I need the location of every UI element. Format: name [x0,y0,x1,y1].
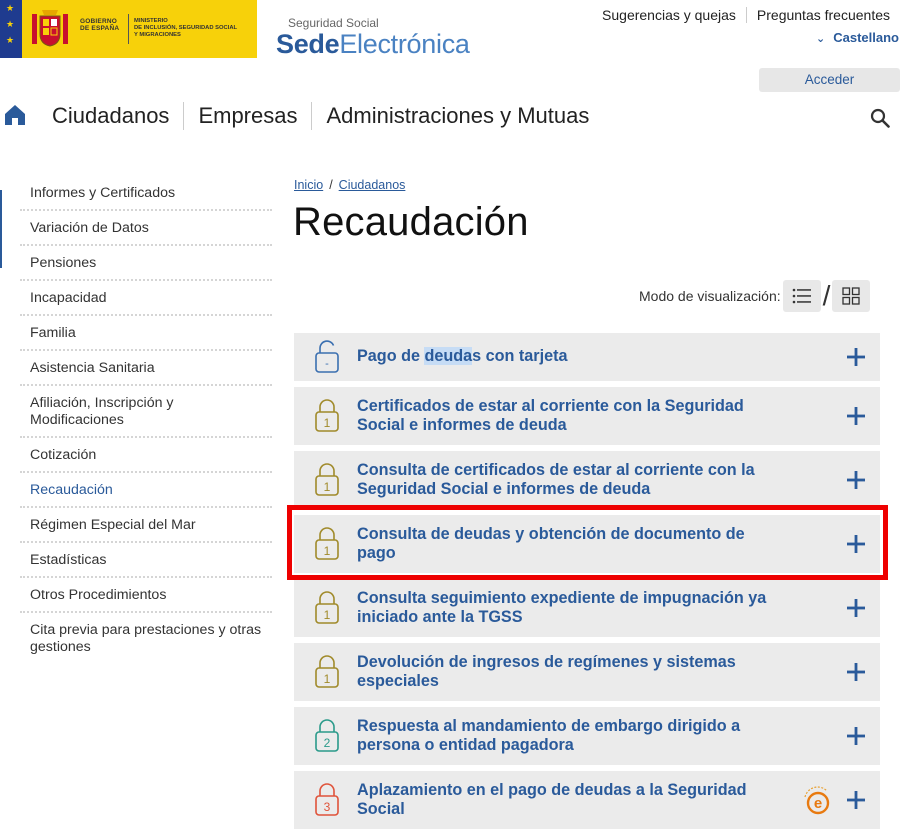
sede-title: SedeElectrónica [276,29,470,59]
logo-divider [128,14,129,44]
faq-link[interactable]: Preguntas frecuentes [745,7,900,23]
list-view-button[interactable] [782,280,821,312]
service-label[interactable]: Aplazamiento en el pago de deudas a la S… [357,781,787,820]
padlock-level-1-icon: 1 [315,463,339,496]
sidebar-item-regimen-mar[interactable]: Régimen Especial del Mar [20,508,272,543]
view-mode-separator: / [822,280,831,311]
view-mode-selector: Modo de visualización: / [639,280,871,312]
breadcrumb-home-link[interactable]: Inicio [294,178,323,192]
sidebar-accent-bar [0,190,2,268]
nav-empresas[interactable]: Empresas [183,102,311,130]
service-item-devolucion-ingresos[interactable]: 1 Devolución de ingresos de regímenes y … [294,643,880,701]
suggestions-link[interactable]: Sugerencias y quejas [592,7,746,23]
sede-subtitle: Seguridad Social [288,16,379,30]
home-icon[interactable] [4,104,26,126]
language-selector[interactable]: ⌄ Castellano [816,30,899,45]
sidebar-item-afiliacion[interactable]: Afiliación, Inscripción y Modificaciones [20,386,272,438]
svg-text:1: 1 [324,608,331,622]
highlight-annotation-box [287,505,888,580]
service-item-aplazamiento-pago[interactable]: 3 Aplazamiento en el pago de deudas a la… [294,771,880,829]
breadcrumb-ciudadanos-link[interactable]: Ciudadanos [339,178,406,192]
sidebar-item-cita-previa[interactable]: Cita previa para prestaciones y otras ge… [20,613,272,663]
service-item-certificados-corriente[interactable]: 1 Certificados de estar al corriente con… [294,387,880,445]
sidebar-item-informes[interactable]: Informes y Certificados [20,176,272,211]
sidebar-item-otros[interactable]: Otros Procedimientos [20,578,272,613]
sidebar-item-cotizacion[interactable]: Cotización [20,438,272,473]
svg-text:1: 1 [324,416,331,430]
service-item-consulta-certificados[interactable]: 1 Consulta de certificados de estar al c… [294,451,880,509]
expand-plus-icon[interactable] [846,726,866,746]
language-label: Castellano [833,30,899,45]
service-item-respuesta-embargo[interactable]: 2 Respuesta al mandamiento de embargo di… [294,707,880,765]
expand-plus-icon[interactable] [846,470,866,490]
padlock-level-3-icon: 3 [315,783,339,816]
expand-plus-icon[interactable] [846,790,866,810]
service-label[interactable]: Consulta seguimiento expediente de impug… [357,589,787,628]
list-view-icon [792,288,811,304]
service-label[interactable]: Pago de deudas con tarjeta [357,347,787,367]
ministry-text: MINISTERIO DE INCLUSIÓN, SEGURIDAD SOCIA… [134,18,238,38]
breadcrumb-separator: / [329,178,333,192]
padlock-level-1-icon: 1 [315,591,339,624]
sidebar-menu: Informes y Certificados Variación de Dat… [20,176,272,663]
grid-view-button[interactable] [832,280,871,312]
service-item-seguimiento-impugnacion[interactable]: 1 Consulta seguimiento expediente de imp… [294,579,880,637]
sidebar-item-pensiones[interactable]: Pensiones [20,246,272,281]
svg-text:1: 1 [324,480,331,494]
svg-text:3: 3 [324,800,331,814]
view-mode-label: Modo de visualización: [639,288,781,304]
expand-plus-icon[interactable] [846,406,866,426]
coat-of-arms-icon [32,10,68,47]
sede-electronica-logo[interactable]: Seguridad Social SedeElectrónica [276,16,470,58]
svg-text:-: - [325,358,329,370]
svg-text:2: 2 [324,736,331,750]
gov-line-1: GOBIERNO [80,18,117,25]
chevron-down-icon: ⌄ [816,33,826,45]
nav-ciudadanos[interactable]: Ciudadanos [38,102,183,130]
top-links: Sugerencias y quejas Preguntas frecuente… [592,7,900,23]
main-navigation: Ciudadanos Empresas Administraciones y M… [0,100,900,132]
sidebar-item-asistencia[interactable]: Asistencia Sanitaria [20,351,272,386]
e-administration-icon: e [804,786,830,815]
search-icon[interactable] [870,108,890,128]
service-item-pago-deudas-tarjeta[interactable]: - Pago de deudas con tarjeta [294,333,880,381]
nav-administraciones[interactable]: Administraciones y Mutuas [311,102,603,130]
services-list: - Pago de deudas con tarjeta 1 Certifica… [294,333,880,829]
expand-plus-icon[interactable] [846,598,866,618]
breadcrumb: Inicio / Ciudadanos [294,178,405,192]
padlock-level-1-icon: 1 [315,399,339,432]
login-button[interactable]: Acceder [759,68,900,92]
page-title: Recaudación [293,200,529,244]
service-label[interactable]: Devolución de ingresos de regímenes y si… [357,653,787,692]
sidebar-item-estadisticas[interactable]: Estadísticas [20,543,272,578]
service-label[interactable]: Respuesta al mandamiento de embargo diri… [357,717,787,756]
service-label[interactable]: Certificados de estar al corriente con l… [357,397,787,436]
padlock-level-1-icon: 1 [315,655,339,688]
grid-view-icon [842,287,861,305]
sidebar-item-recaudacion[interactable]: Recaudación [20,473,272,508]
expand-plus-icon[interactable] [846,662,866,682]
government-logo[interactable]: ★ ★ ★ GOBIERNO DE ESPAÑA MINISTERIO DE I… [0,0,257,58]
eu-flag-strip: ★ ★ ★ [0,0,22,58]
service-label[interactable]: Consulta de certificados de estar al cor… [357,461,787,500]
svg-text:e: e [814,795,822,812]
padlock-level-2-icon: 2 [315,719,339,752]
gov-line-2: DE ESPAÑA [80,25,120,32]
svg-text:1: 1 [324,672,331,686]
expand-plus-icon[interactable] [846,347,866,367]
government-text: GOBIERNO DE ESPAÑA [80,18,119,32]
unlocked-padlock-icon: - [315,340,339,373]
sidebar-item-familia[interactable]: Familia [20,316,272,351]
sidebar-item-variacion[interactable]: Variación de Datos [20,211,272,246]
sidebar-item-incapacidad[interactable]: Incapacidad [20,281,272,316]
